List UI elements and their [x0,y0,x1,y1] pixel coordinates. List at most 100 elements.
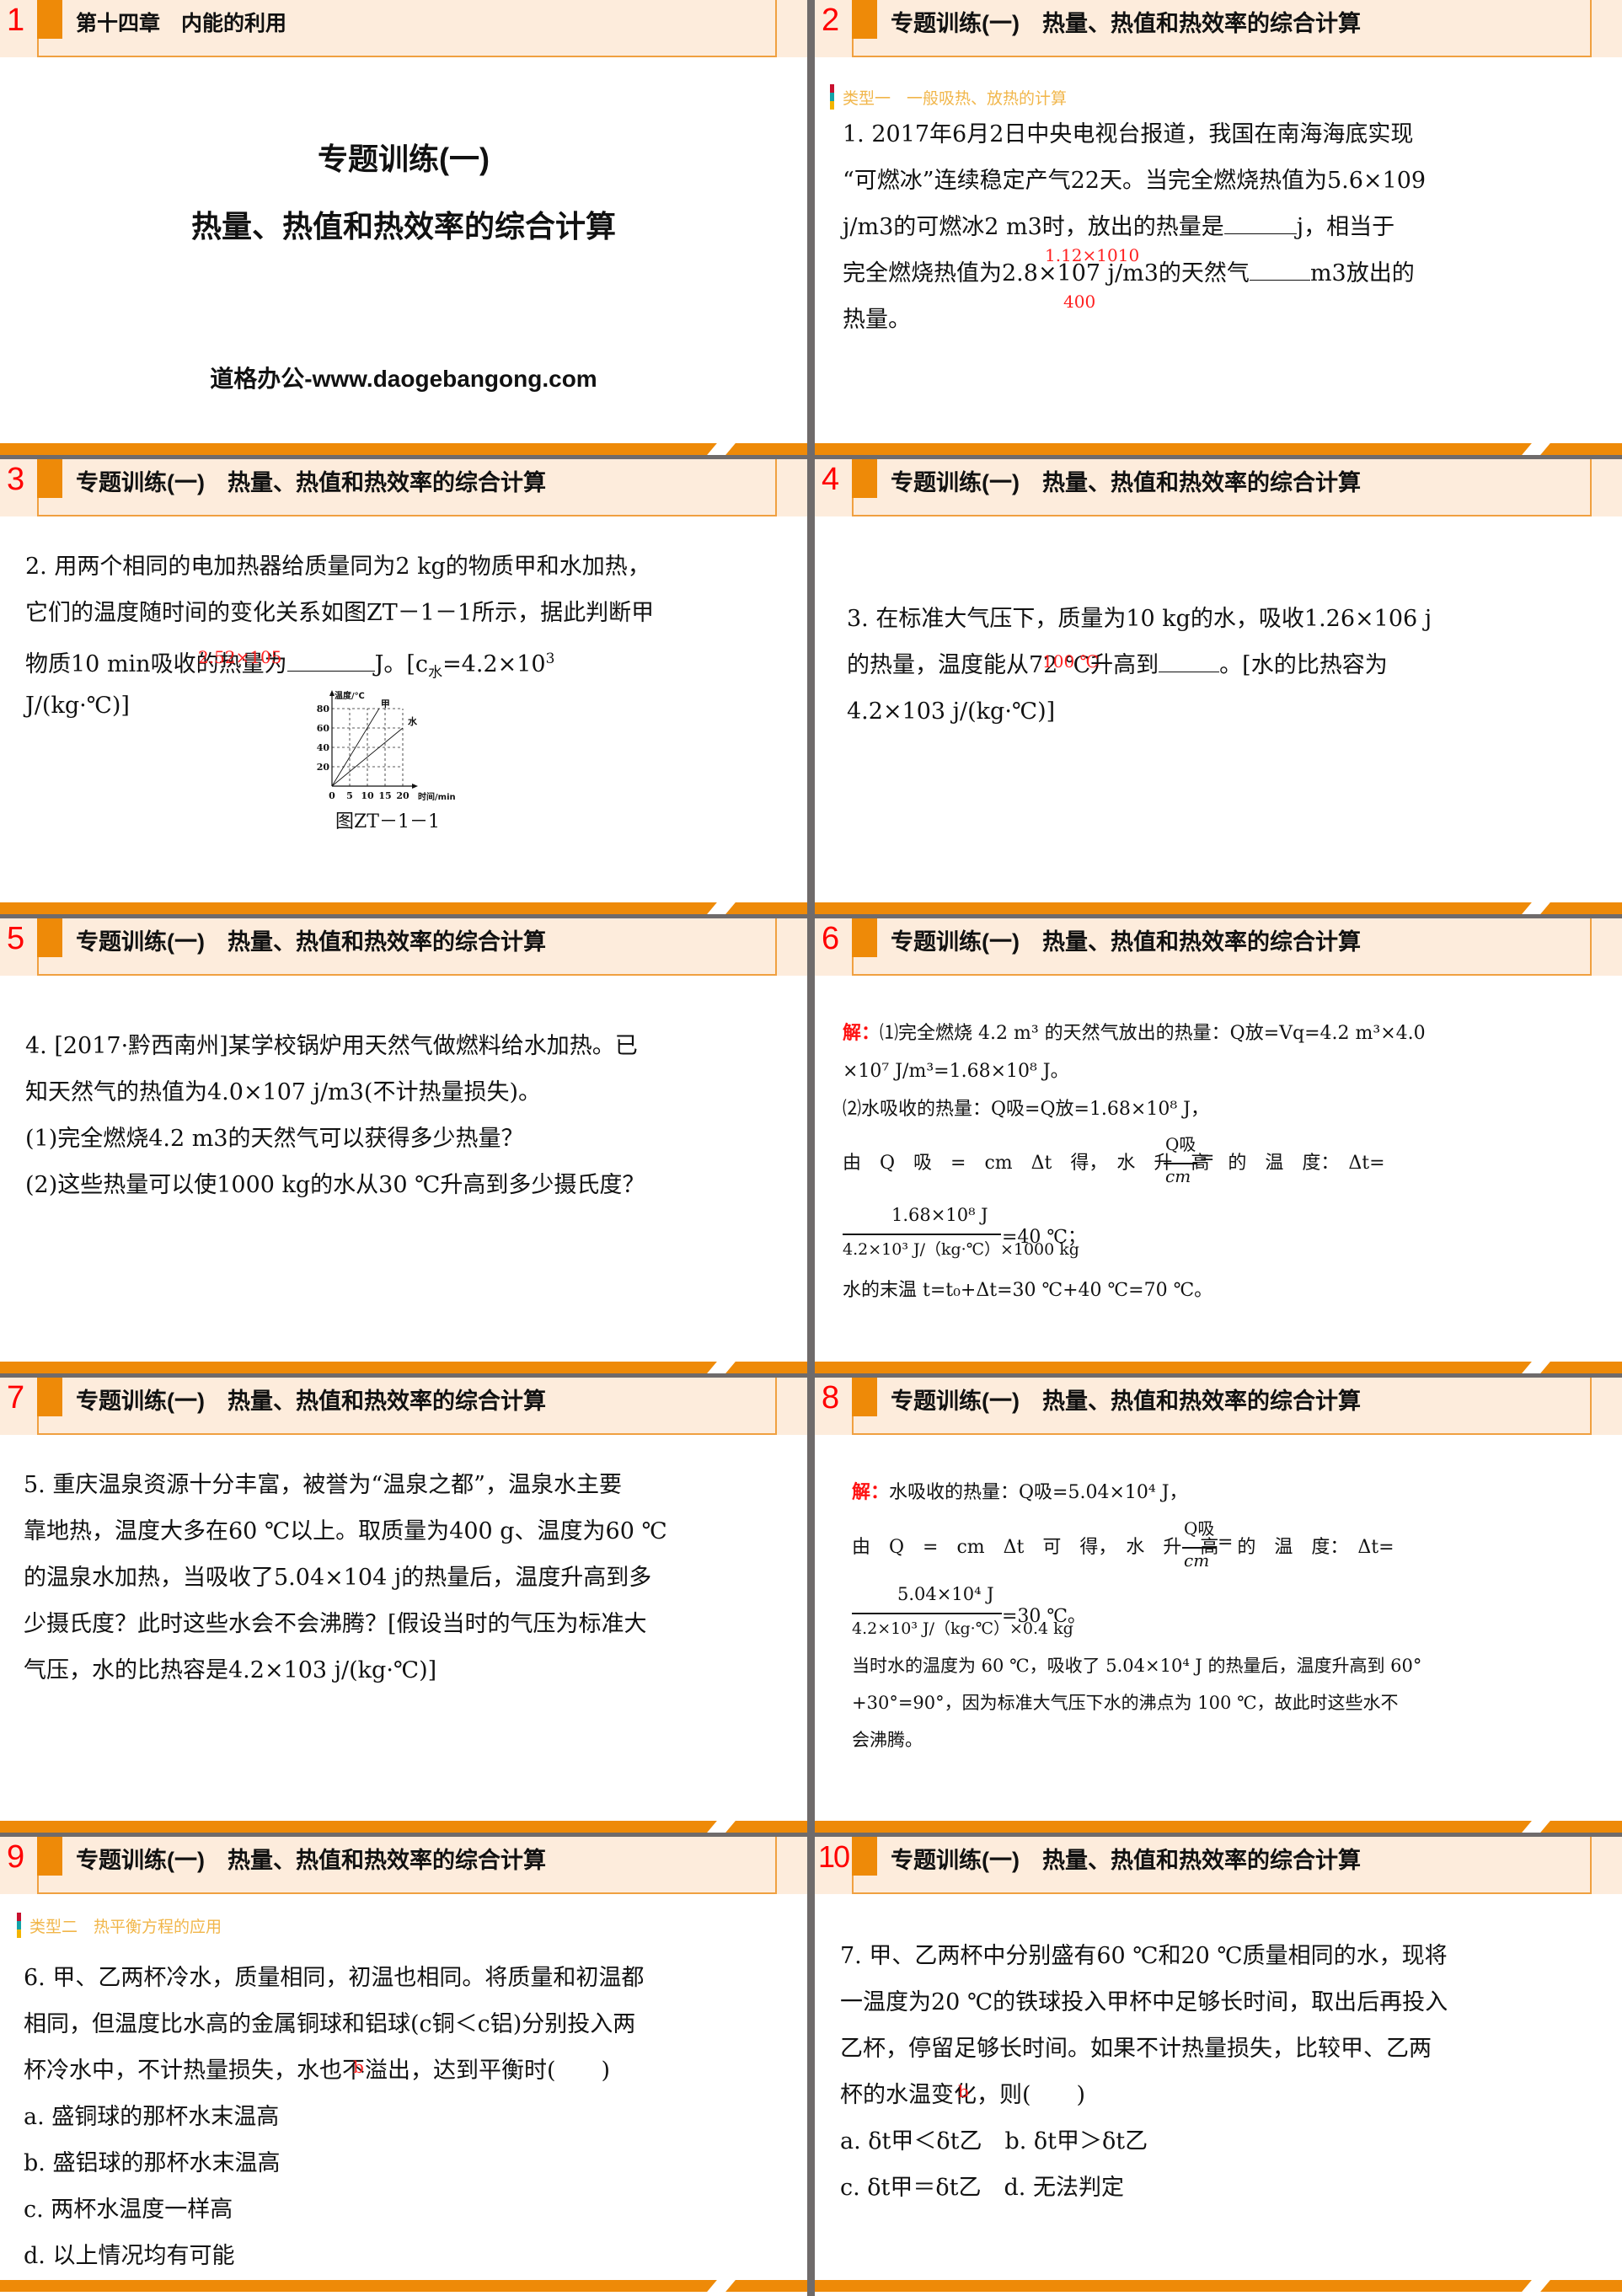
slide-5[interactable]: 5 专题训练(一) 热量、热值和热效率的综合计算 4. [2017·黔西南州]某… [0,918,807,1373]
slide-9[interactable]: 9 专题训练(一) 热量、热值和热效率的综合计算 类型二 热平衡方程的应用 6.… [0,1837,807,2296]
slide-number: 10 [818,1839,850,1874]
slide-number: 1 [7,3,25,38]
x-tick-label: 10 [361,790,374,801]
text-line: 知天然气的热值为4.0×107 j/m3(不计热量损失)。 [25,1079,541,1105]
solution-line: +30°=90°，因为标准大气压下水的沸点为 100 ℃，故此时这些水不 [852,1693,1399,1713]
solution-line: 解：水吸收的热量：Q吸=5.04×10⁴ J， [852,1481,1188,1503]
header-tab-marker [852,1378,877,1416]
text-line: 4.2×103 j/(kg·℃)] [847,698,1056,725]
header-tab-marker [37,0,62,39]
y-tick-label: 40 [317,742,330,753]
option-d[interactable]: d. 以上情况均有可能 [24,2233,644,2279]
options-a-b[interactable]: a. δt甲＜δt乙 b. δt甲＞δt乙 [840,2118,1448,2165]
category-marker-icon [830,84,834,110]
series-label: 甲 [381,698,390,709]
solution-label: 解： [852,1481,890,1503]
header-tab-marker [852,918,877,957]
slide-number: 3 [7,462,25,497]
option-b[interactable]: b. 盛铝球的那杯水末温高 [24,2140,644,2186]
answer-blank[interactable] [1159,645,1220,672]
footer-band [815,1821,1622,1833]
header-tab-marker [37,1378,62,1416]
footer-band [0,902,807,914]
x-tick-label: 0 [329,790,335,801]
solution-line: 会沸腾。 [852,1730,923,1750]
solution-line: 由 Q 吸 = cm Δt 得， 水 升 高 的 温 度： Δt= [843,1153,1385,1174]
series-label: 水 [408,715,418,727]
header-title: 专题训练(一) 热量、热值和热效率的综合计算 [76,929,546,955]
text-line: 物质10 min吸收的热量为 J。[c水=4.2×103 2.52×105 [25,636,654,682]
footer-band [0,2280,807,2292]
text-line: 4. [2017·黔西南州]某学校锅炉用天然气做燃料给水加热。已 [25,1033,638,1059]
answer-blank[interactable] [1249,253,1310,281]
slide-number: 4 [822,462,840,497]
question-text: 4. [2017·黔西南州]某学校锅炉用天然气做燃料给水加热。已 知天然气的热值… [25,1023,645,1208]
header-title: 专题训练(一) 热量、热值和热效率的综合计算 [891,11,1361,36]
header-tab-marker [37,1837,62,1876]
option-c[interactable]: c. 两杯水温度一样高 [24,2186,644,2233]
footer-band [0,1821,807,1833]
slide-3[interactable]: 3 专题训练(一) 热量、热值和热效率的综合计算 2. 用两个相同的电加热器给质… [0,459,807,914]
solution-line: 由 Q = cm Δt 可 得， 水 升 高 的 温 度： Δt= [852,1537,1394,1558]
slide-2[interactable]: 2 专题训练(一) 热量、热值和热效率的综合计算 类型一 一般吸热、放热的计算 … [815,0,1622,455]
result-text: =30 ℃。 [1002,1606,1087,1627]
header-title: 专题训练(一) 热量、热值和热效率的综合计算 [76,1389,546,1414]
slide-number: 2 [822,3,840,38]
text-line: 杯冷水中，不计热量损失，水也不溢出，达到平衡时( ) b [24,2047,644,2094]
x-tick-label: 15 [378,790,391,801]
header-title: 第十四章 内能的利用 [76,12,287,35]
header-title: 专题训练(一) 热量、热值和热效率的综合计算 [891,1848,1361,1873]
header-tab-marker [852,0,877,39]
text-line: 5. 重庆温泉资源十分丰富，被誉为“温泉之都”，温泉水主要 [24,1472,622,1498]
footer-band [815,1362,1622,1373]
options-c-d[interactable]: c. δt甲＝δt乙 d. 无法判定 [840,2165,1448,2211]
category-marker-icon [17,1913,21,1938]
text-line: 杯的水温变化，则( ) b [840,2072,1448,2118]
text-line: (2)这些热量可以使1000 kg的水从30 ℃升高到多少摄氏度？ [25,1172,645,1198]
answer-blank[interactable] [286,644,375,672]
header-title: 专题训练(一) 热量、热值和热效率的综合计算 [891,1389,1361,1414]
footer-band [815,443,1622,455]
category-label: 类型一 一般吸热、放热的计算 [843,88,1068,108]
option-a[interactable]: a. 盛铜球的那杯水末温高 [24,2094,644,2140]
cover-title: 专题训练(一) [318,142,490,176]
answer-text: 2.52×105 [198,647,282,667]
header-tab-marker [37,918,62,957]
slide-number: 6 [822,921,840,956]
header-tab-marker [852,459,877,498]
text-line: 7. 甲、乙两杯中分别盛有60 ℃和20 ℃质量相同的水，现将 [840,1943,1448,1969]
y-tick-label: 80 [317,704,330,714]
slide-6[interactable]: 6 专题训练(一) 热量、热值和热效率的综合计算 解：⑴完全燃烧 4.2 m³ … [815,918,1622,1373]
text-line: 气压，水的比热容是4.2×103 j/(kg·℃)] [24,1657,437,1683]
text-line: 一温度为20 ℃的铁球投入甲杯中足够长时间，取出后再投入 [840,1989,1448,2015]
slide-7[interactable]: 7 专题训练(一) 热量、热值和热效率的综合计算 5. 重庆温泉资源十分丰富，被… [0,1378,807,1833]
category-tag: 类型一 一般吸热、放热的计算 [830,84,1067,110]
slide-number: 9 [7,1839,25,1875]
category-tag: 类型二 热平衡方程的应用 [17,1913,222,1938]
cover-site-link[interactable]: 道格办公-www.daogebangong.com [0,361,807,394]
x-tick-label: 5 [346,790,353,801]
header-title: 专题训练(一) 热量、热值和热效率的综合计算 [76,1848,546,1873]
series-line-water [331,727,404,787]
slide-number: 7 [7,1380,25,1416]
slide-10[interactable]: 10 专题训练(一) 热量、热值和热效率的综合计算 7. 甲、乙两杯中分别盛有6… [815,1837,1622,2296]
text-line: “可燃冰”连续稳定产气22天。当完全燃烧热值为5.6×109 [843,168,1427,194]
equals-sign: = [1199,1148,1215,1169]
x-tick-label: 20 [396,790,410,801]
figure-caption: 图ZT－1－1 [335,811,440,832]
text-line: 的热量，温度能从72 ℃升高到 。[水的比热容为 100 ℃ [847,642,1432,688]
question-text: 7. 甲、乙两杯中分别盛有60 ℃和20 ℃质量相同的水，现将 一温度为20 ℃… [840,1933,1448,2211]
text-line: 相同，但温度比水高的金属铜球和铝球(c铜＜c铝)分别投入两 [24,2011,636,2037]
solution-line: 水的末温 t=t₀+Δt=30 ℃+40 ℃=70 ℃。 [843,1280,1213,1301]
slide-8[interactable]: 8 专题训练(一) 热量、热值和热效率的综合计算 解：水吸收的热量：Q吸=5.0… [815,1378,1622,1833]
slide-1[interactable]: 1 第十四章 内能的利用 专题训练(一) 热量、热值和热效率的综合计算 道格办公… [0,0,807,455]
slide-number: 5 [7,921,25,956]
slide-4[interactable]: 4 专题训练(一) 热量、热值和热效率的综合计算 3. 在标准大气压下，质量为1… [815,459,1622,914]
footer-band [0,443,807,455]
text-line: 靠地热，温度大多在60 ℃以上。取质量为400 g、温度为60 ℃ [24,1518,667,1544]
x-axis-arrow-icon [412,784,418,789]
text-line: 完全燃烧热值为2.8×107 j/m3的天然气 m3放出的 400 [843,250,1426,312]
answer-blank[interactable] [1223,206,1297,234]
solution-line: 解：⑴完全燃烧 4.2 m³ 的天然气放出的热量：Q放=Vq=4.2 m³×4.… [843,1022,1426,1044]
header-tab-marker [852,1837,877,1876]
